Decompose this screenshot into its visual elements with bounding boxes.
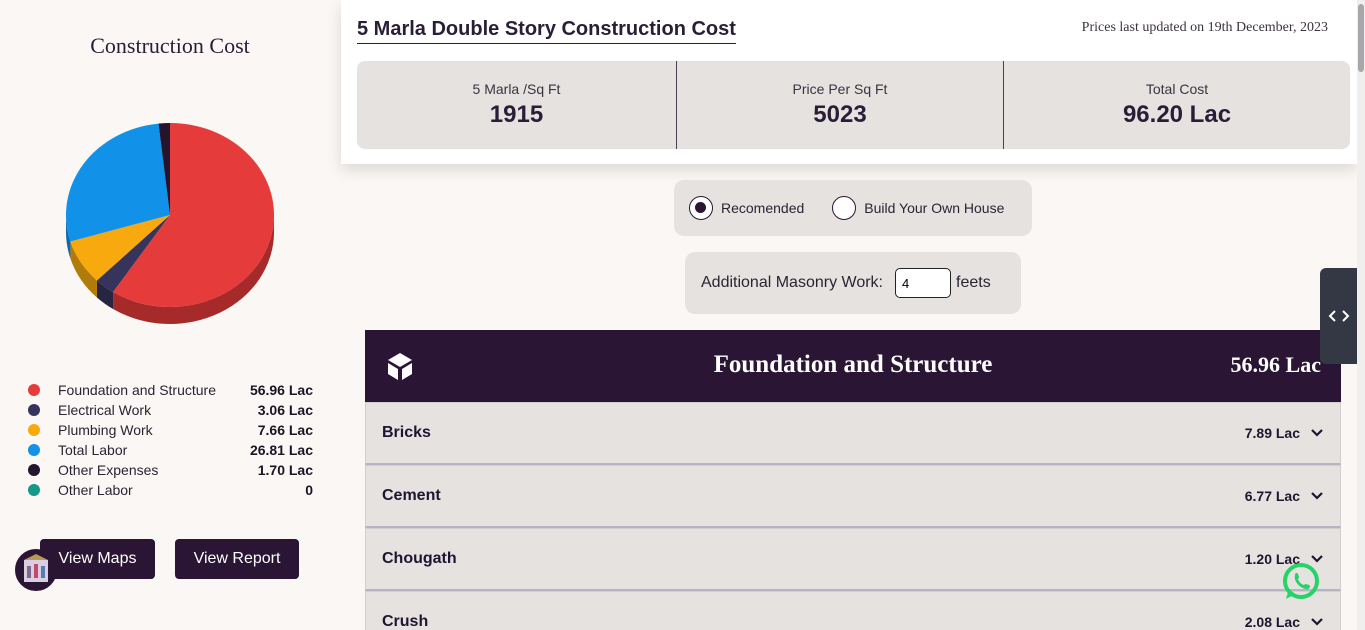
- stat-price-value: 5023: [813, 101, 867, 128]
- legend-value: 26.81 Lac: [249, 442, 313, 458]
- legend-dot: [28, 424, 40, 436]
- legend-item: Foundation and Structure 56.96 Lac: [28, 380, 313, 400]
- sidebar-title: Construction Cost: [90, 33, 250, 58]
- legend-dot: [28, 444, 40, 456]
- avatar-image: [18, 552, 54, 588]
- scrollbar-thumb[interactable]: [1358, 4, 1364, 72]
- view-report-button[interactable]: View Report: [175, 539, 299, 579]
- legend-label: Other Expenses: [58, 462, 159, 478]
- legend-dot: [28, 404, 40, 416]
- section-header[interactable]: Foundation and Structure 56.96 Lac: [365, 330, 1341, 402]
- view-maps-button[interactable]: View Maps: [40, 539, 155, 579]
- legend-value: 7.66 Lac: [257, 422, 313, 438]
- recommended-radio[interactable]: Recomended: [689, 196, 804, 220]
- legend-label: Plumbing Work: [58, 422, 153, 438]
- legend-value: 1.70 Lac: [257, 462, 313, 478]
- whatsapp-icon[interactable]: [1281, 562, 1321, 602]
- stat-area-value: 1915: [489, 101, 544, 128]
- recommended-radio-label: Recomended: [721, 200, 805, 216]
- page-title: 5 Marla Double Story Construction Cost: [357, 18, 736, 44]
- stat-total-value: 96.20 Lac: [1122, 101, 1232, 128]
- section-title: Foundation and Structure: [713, 351, 993, 378]
- chevron-down-icon[interactable]: [1310, 426, 1324, 440]
- masonry-panel: Additional Masonry Work: feets: [685, 252, 1021, 314]
- legend-item: Electrical Work 3.06 Lac: [28, 400, 313, 420]
- section-amount: 56.96 Lac: [1230, 352, 1321, 377]
- stats-bar: 5 Marla /Sq Ft 1915 Price Per Sq Ft 5023…: [357, 61, 1350, 149]
- legend-item: Other Expenses 1.70 Lac: [28, 460, 313, 480]
- chevron-down-icon[interactable]: [1310, 615, 1324, 629]
- material-name: Cement: [382, 487, 441, 504]
- legend-value: 56.96 Lac: [249, 382, 313, 398]
- masonry-label: Additional Masonry Work:: [701, 274, 883, 291]
- legend-dot: [28, 464, 40, 476]
- material-row[interactable]: Chougath 1.20 Lac: [365, 528, 1341, 591]
- material-name: Bricks: [382, 424, 431, 441]
- legend-value: 3.06 Lac: [257, 402, 313, 418]
- legend-item: Total Labor 26.81 Lac: [28, 440, 313, 460]
- stat-total-label: Total Cost: [1145, 81, 1209, 97]
- legend: Foundation and Structure 56.96 Lac Electri…: [28, 380, 313, 500]
- plan-options: Recomended Build Your Own House: [674, 180, 1032, 236]
- prices-updated-text: Prices last updated on 19th December, 20…: [1081, 20, 1328, 35]
- material-name: Chougath: [382, 550, 457, 567]
- material-list: Bricks 7.89 Lac Cement 6.77 Lac Chougath 1.20…: [365, 402, 1341, 630]
- header-card: 5 Marla Double Story Construction Cost P…: [341, 0, 1357, 164]
- masonry-input[interactable]: [895, 268, 951, 298]
- legend-item: Plumbing Work 7.66 Lac: [28, 420, 313, 440]
- scrollbar[interactable]: [1357, 0, 1365, 630]
- code-toggle-button[interactable]: [1320, 268, 1358, 364]
- stat-area: 5 Marla /Sq Ft 1915: [357, 61, 676, 149]
- legend-label: Other Labor: [58, 482, 133, 498]
- material-row[interactable]: Bricks 7.89 Lac: [365, 402, 1341, 465]
- material-name: Crush: [382, 613, 429, 630]
- pie-chart-svg: [66, 123, 274, 324]
- material-row[interactable]: Crush 2.08 Lac: [365, 591, 1341, 630]
- stat-price-per-sqft: Price Per Sq Ft 5023: [676, 61, 1003, 149]
- legend-dot: [28, 484, 40, 496]
- cost-pie-chart: [50, 115, 290, 335]
- chevron-down-icon[interactable]: [1310, 489, 1324, 503]
- sidebar: Construction Cost Foundation and Structu…: [0, 0, 340, 630]
- legend-value: 0: [305, 482, 313, 498]
- stat-area-label: 5 Marla /Sq Ft: [472, 81, 561, 97]
- build-own-radio-circle[interactable]: [832, 196, 857, 220]
- legend-label: Total Labor: [58, 442, 128, 458]
- material-amount: 7.89 Lac: [1244, 425, 1300, 441]
- stat-total-cost: Total Cost 96.20 Lac: [1003, 61, 1350, 149]
- material-amount: 6.77 Lac: [1244, 488, 1300, 504]
- legend-label: Foundation and Structure: [58, 382, 216, 398]
- build-own-radio-label: Build Your Own House: [864, 200, 1005, 216]
- masonry-unit: feets: [956, 274, 991, 291]
- material-amount: 2.08 Lac: [1244, 614, 1300, 630]
- material-row[interactable]: Cement 6.77 Lac: [365, 465, 1341, 528]
- legend-item: Other Labor 0: [28, 480, 313, 500]
- stat-price-label: Price Per Sq Ft: [792, 81, 888, 97]
- build-own-radio[interactable]: Build Your Own House: [832, 196, 1004, 220]
- recommended-radio-circle[interactable]: [689, 196, 713, 220]
- avatar[interactable]: [15, 549, 57, 591]
- legend-dot: [28, 384, 40, 396]
- legend-label: Electrical Work: [58, 402, 152, 418]
- code-icon: [1328, 310, 1350, 322]
